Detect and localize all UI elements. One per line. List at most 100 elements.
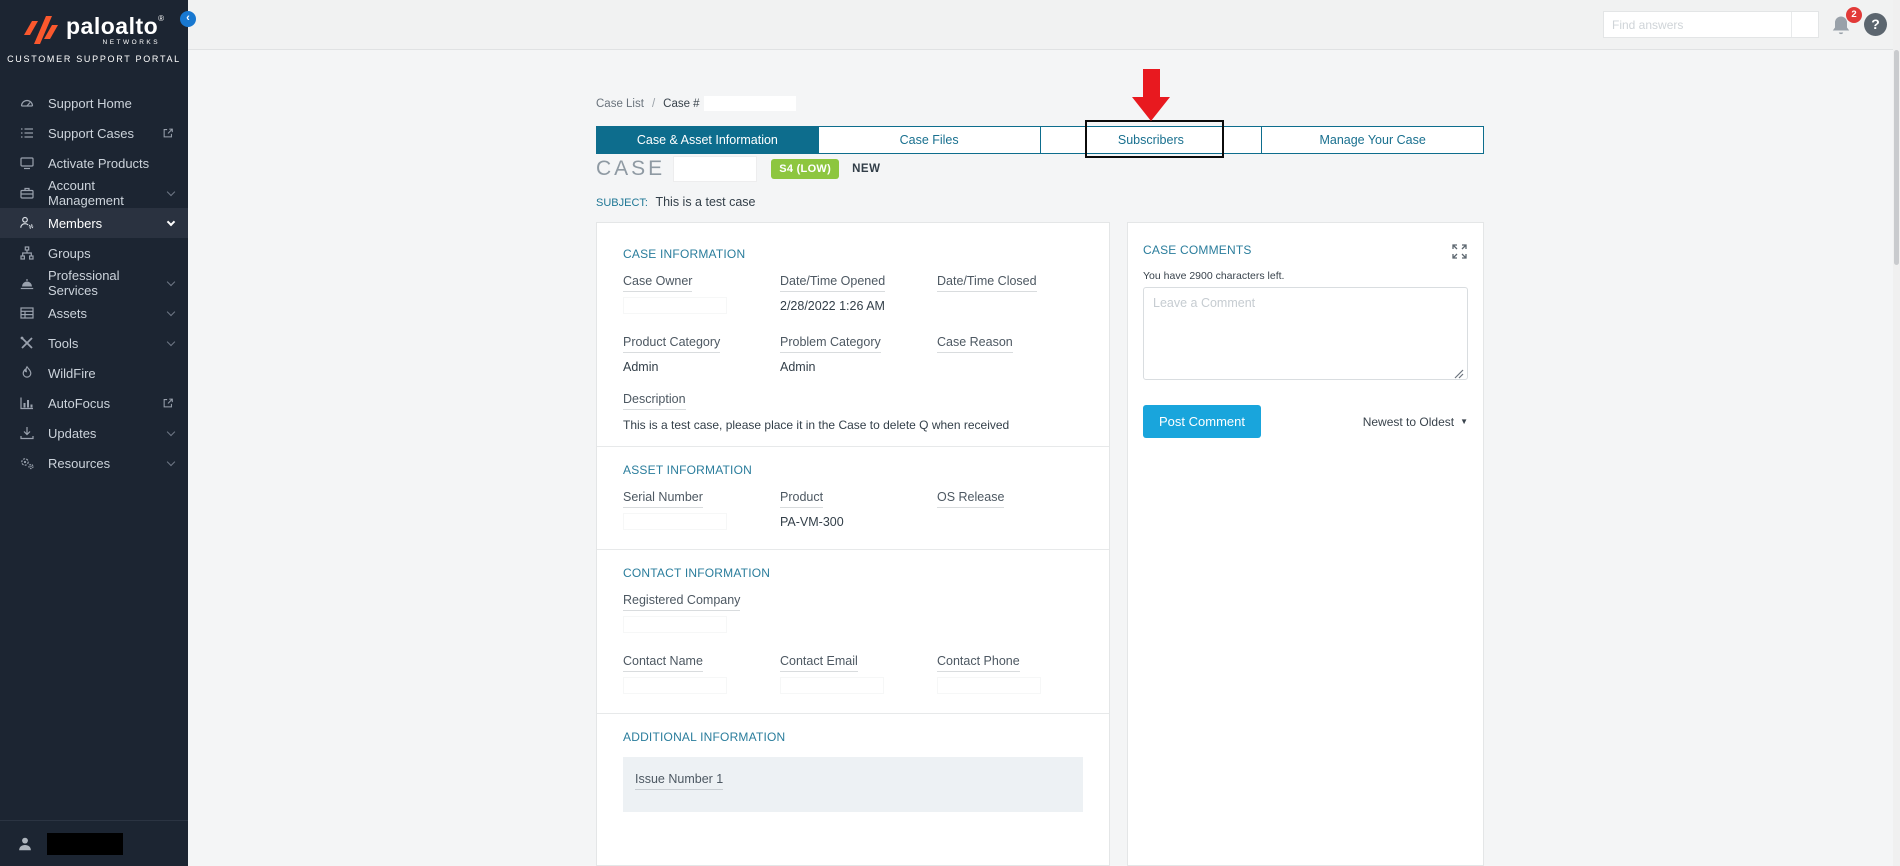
- brand-logo[interactable]: paloalto® NETWORKS: [0, 0, 188, 46]
- field-value-product: PA-VM-300: [780, 515, 844, 529]
- page-scrollbar: [1893, 0, 1900, 866]
- status-badge: NEW: [852, 163, 881, 175]
- breadcrumb-separator: /: [651, 97, 656, 110]
- annotation-rectangle: [1085, 120, 1224, 158]
- sort-label: Newest to Oldest: [1362, 414, 1455, 429]
- table-icon: [18, 305, 35, 321]
- notifications-button[interactable]: 2: [1829, 7, 1862, 41]
- characters-left-text: You have 2900 characters left.: [1143, 270, 1285, 282]
- bar-chart-icon: [18, 395, 35, 411]
- sidebar-item-wildfire[interactable]: WildFire: [0, 358, 188, 388]
- brand-name: paloalto: [66, 13, 159, 39]
- scrollbar-thumb[interactable]: [1894, 50, 1899, 265]
- sidebar-item-label: Assets: [48, 305, 88, 321]
- section-heading-asset-information: ASSET INFORMATION: [623, 463, 752, 477]
- monitor-icon: [18, 155, 35, 171]
- sidebar-item-updates[interactable]: Updates: [0, 418, 188, 448]
- section-divider: [597, 713, 1109, 714]
- sidebar-item-label: Support Home: [48, 95, 132, 111]
- sidebar-item-label: Support Cases: [48, 125, 134, 141]
- redacted-registered-company: [623, 616, 727, 633]
- chevron-down-icon: [166, 217, 176, 226]
- sidebar-item-support-home[interactable]: Support Home: [0, 88, 188, 118]
- notification-badge: 2: [1846, 7, 1862, 23]
- additional-info-band: Issue Number 1: [623, 757, 1083, 812]
- field-label-description: Description: [623, 392, 1083, 410]
- sidebar-item-activate-products[interactable]: Activate Products: [0, 148, 188, 178]
- help-button[interactable]: ?: [1864, 13, 1887, 36]
- redacted-case-owner: [623, 297, 727, 314]
- sidebar-collapse-button[interactable]: ‹: [180, 11, 196, 27]
- resize-handle-icon[interactable]: [1453, 368, 1464, 379]
- main-content: Case List / Case # Case & Asset Informat…: [188, 50, 1893, 866]
- chevron-down-icon: [166, 337, 176, 346]
- field-label-case-reason: Case Reason: [937, 335, 1085, 353]
- field-label-product-category: Product Category: [623, 335, 780, 353]
- field-value-problem-category: Admin: [780, 360, 816, 374]
- annotation-arrow-head: [1132, 97, 1170, 121]
- field-value-case-reason: [937, 360, 1085, 376]
- case-tabs: Case & Asset Information Case Files Subs…: [596, 126, 1484, 154]
- sidebar-item-members[interactable]: Members: [0, 208, 188, 238]
- field-value-date-closed: [937, 299, 1085, 315]
- section-divider: [597, 446, 1109, 447]
- tab-case-files[interactable]: Case Files: [818, 126, 1041, 154]
- redacted-username: [47, 832, 123, 855]
- brand-networks: NETWORKS: [102, 39, 161, 46]
- sidebar: paloalto® NETWORKS CUSTOMER SUPPORT PORT…: [0, 0, 188, 866]
- case-comments-card: CASE COMMENTS You have 2900 characters l…: [1127, 222, 1484, 866]
- field-value-description: This is a test case, please place it in …: [623, 418, 1010, 432]
- briefcase-icon: [18, 185, 35, 201]
- redacted-contact-name: [623, 677, 727, 694]
- flame-icon: [18, 365, 35, 381]
- sidebar-item-groups[interactable]: Groups: [0, 238, 188, 268]
- sidebar-item-label: Tools: [48, 335, 79, 351]
- paloalto-logo-icon: [24, 16, 58, 44]
- field-value-os-release: [937, 515, 1085, 531]
- sidebar-item-label: Members: [48, 215, 103, 231]
- breadcrumb-current: Case #: [663, 97, 700, 110]
- tab-manage-your-case[interactable]: Manage Your Case: [1262, 126, 1484, 154]
- section-heading-case-comments: CASE COMMENTS: [1143, 243, 1252, 257]
- field-label-problem-category: Problem Category: [780, 335, 937, 353]
- page-title: CASE: [596, 157, 666, 180]
- gauge-icon: [18, 95, 35, 111]
- breadcrumb: Case List / Case #: [596, 96, 796, 111]
- sidebar-item-assets[interactable]: Assets: [0, 298, 188, 328]
- external-link-icon: [163, 398, 173, 408]
- sidebar-item-account-management[interactable]: Account Management: [0, 178, 188, 208]
- sidebar-item-tools[interactable]: Tools: [0, 328, 188, 358]
- chevron-down-icon: [166, 457, 176, 466]
- chevron-down-icon: [166, 187, 176, 196]
- redacted-case-id: [673, 156, 758, 182]
- sidebar-item-professional-services[interactable]: Professional Services: [0, 268, 188, 298]
- severity-badge: S4 (LOW): [771, 159, 840, 179]
- annotation-arrow: [1143, 69, 1160, 97]
- sort-dropdown[interactable]: Newest to Oldest ▼: [1363, 415, 1468, 429]
- expand-icon[interactable]: [1451, 243, 1468, 260]
- search-input[interactable]: [1604, 12, 1786, 37]
- redacted-contact-email: [780, 677, 884, 694]
- sidebar-item-resources[interactable]: Resources: [0, 448, 188, 478]
- field-label-date-closed: Date/Time Closed: [937, 274, 1085, 292]
- comment-input[interactable]: [1143, 287, 1468, 380]
- case-detail-card: CASE INFORMATION Case Owner Date/Time Op…: [596, 222, 1110, 866]
- sidebar-item-label: AutoFocus: [48, 395, 111, 411]
- chevron-down-icon: [166, 277, 176, 286]
- gears-icon: [18, 455, 35, 471]
- tab-case-asset-information[interactable]: Case & Asset Information: [596, 126, 819, 154]
- sidebar-user-row[interactable]: [0, 820, 188, 866]
- subject-row: SUBJECT: This is a test case: [596, 195, 756, 209]
- sidebar-item-label: Groups: [48, 245, 91, 261]
- user-icon: [19, 837, 31, 850]
- list-icon: [18, 125, 35, 141]
- sidebar-item-label: WildFire: [48, 365, 96, 381]
- caret-down-icon: ▼: [1460, 417, 1468, 426]
- redacted-serial-number: [623, 513, 727, 530]
- chevron-down-icon: [166, 307, 176, 316]
- search-divider: [1791, 12, 1792, 37]
- sidebar-item-autofocus[interactable]: AutoFocus: [0, 388, 188, 418]
- post-comment-button[interactable]: Post Comment: [1143, 405, 1261, 438]
- sidebar-item-support-cases[interactable]: Support Cases: [0, 118, 188, 148]
- breadcrumb-case-list-link[interactable]: Case List: [596, 98, 644, 110]
